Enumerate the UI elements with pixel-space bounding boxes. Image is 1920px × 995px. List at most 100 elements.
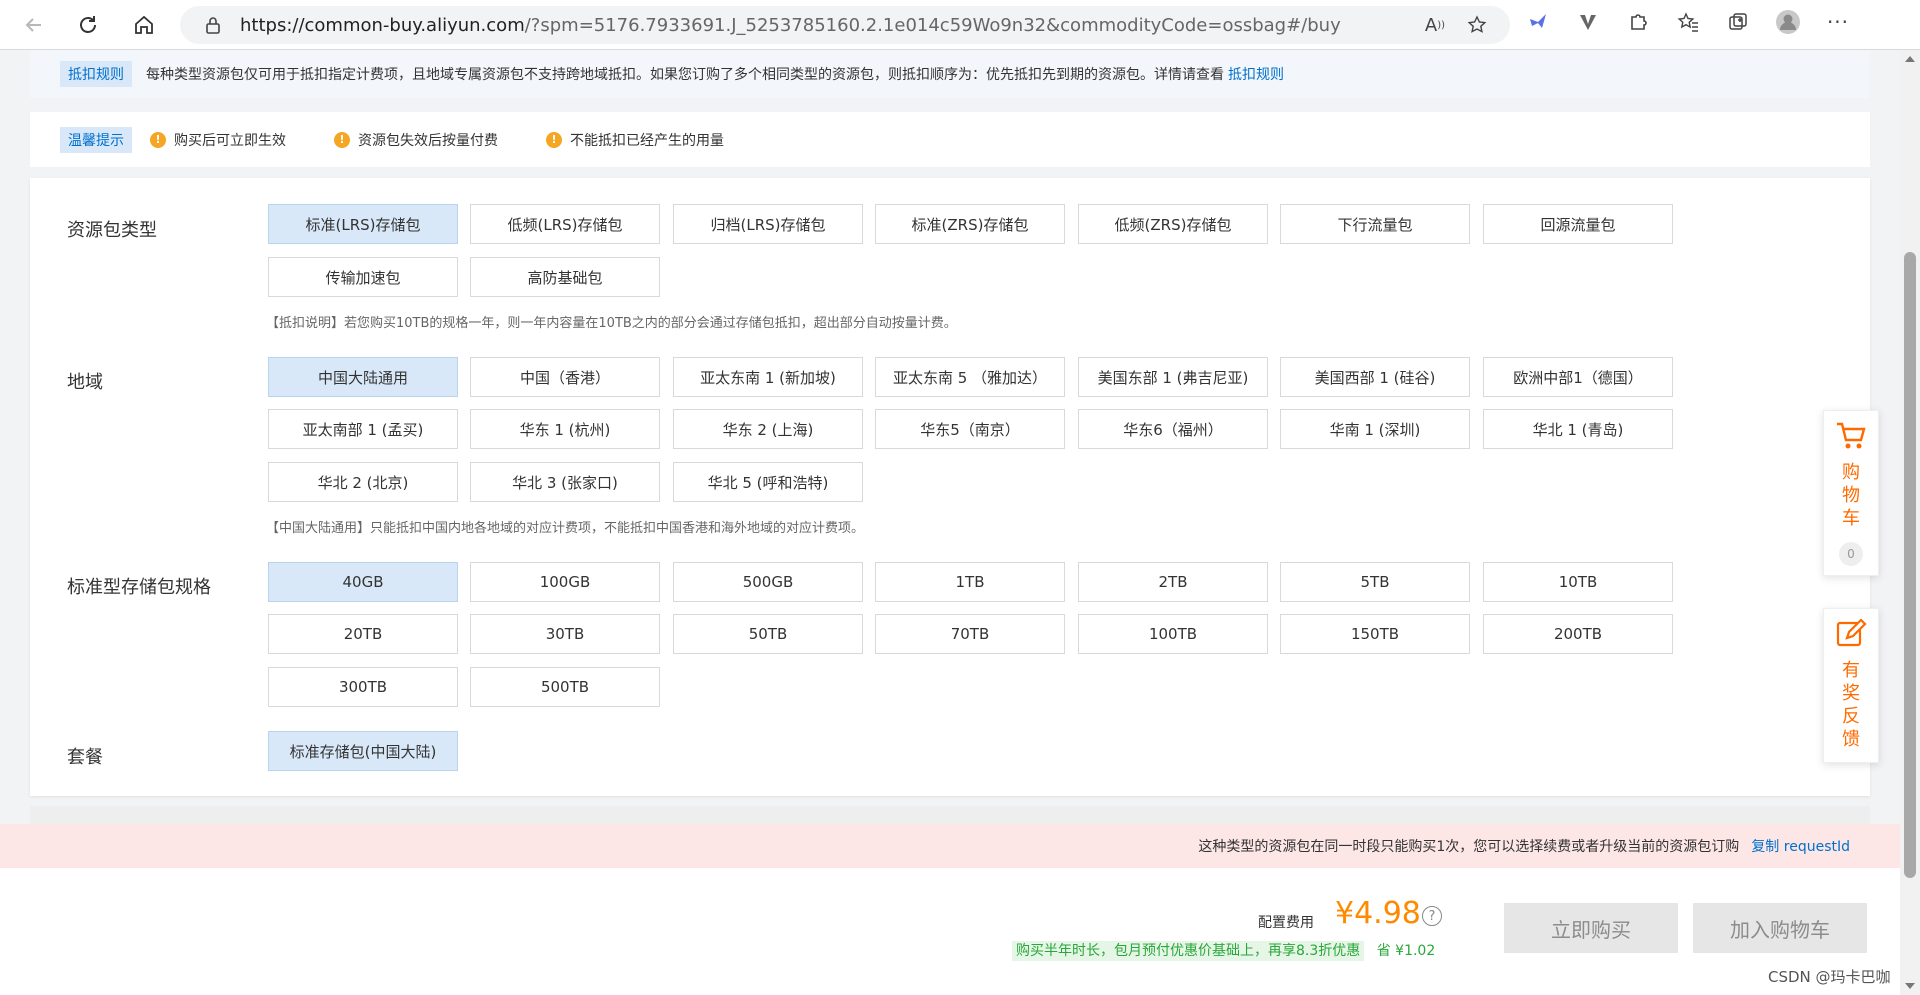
option-spec[interactable]: 100TB [1078,614,1268,654]
option-spec[interactable]: 500GB [673,562,863,602]
option-region[interactable]: 华东5（南京） [875,409,1065,449]
scroll-thumb[interactable] [1904,252,1916,878]
rules-text: 每种类型资源包仅可用于抵扣指定计费项，且地域专属资源包不支持跨地域抵扣。如果您订… [146,67,1224,83]
buy-now-button[interactable]: 立即购买 [1504,903,1678,953]
option-region[interactable]: 华北 5 (呼和浩特) [673,462,863,502]
option-spec[interactable]: 30TB [470,614,660,654]
option-spec[interactable]: 1TB [875,562,1065,602]
option-package-type[interactable]: 归档(LRS)存储包 [673,204,863,244]
option-region[interactable]: 美国东部 1 (弗吉尼亚) [1078,357,1268,397]
browser-toolbar: https://common-buy.aliyun.com/?spm=5176.… [0,0,1920,50]
option-package-type[interactable]: 标准(LRS)存储包 [268,204,458,244]
refresh-icon [80,16,96,33]
option-package-type[interactable]: 低频(LRS)存储包 [470,204,660,244]
extension-bird-icon[interactable] [1525,9,1551,35]
option-region[interactable]: 华东 2 (上海) [673,409,863,449]
collections-icon[interactable] [1725,9,1751,35]
promo-discount: 购买半年时长，包月预付优惠价基础上，再享8.3折优惠 [1012,941,1365,961]
region-label: 地域 [67,372,103,393]
cart-label: 购物车 [1842,462,1860,529]
order-footer: 配置费用 ¥4.98 ? 购买半年时长，包月预付优惠价基础上，再享8.3折优惠 … [0,868,1900,995]
home-icon [135,15,153,34]
option-region[interactable]: 华北 3 (张家口) [470,462,660,502]
cart-count-badge: 0 [1839,542,1863,566]
price-value: ¥4.98 [1335,896,1421,931]
read-aloud-icon[interactable]: A)) [1422,12,1448,38]
banner-text: 这种类型的资源包在同一时段只能购买1次，您可以选择续费或者升级当前的资源包订购 [1198,839,1740,855]
option-spec[interactable]: 100GB [470,562,660,602]
url-path: /?spm=5176.7933691.J_5253785160.2.1e014c… [524,14,1341,36]
option-package-type[interactable]: 回源流量包 [1483,204,1673,244]
option-region[interactable]: 亚太南部 1 (孟买) [268,409,458,449]
rules-link[interactable]: 抵扣规则 [1228,64,1284,84]
lock-icon[interactable] [200,12,226,38]
option-region[interactable]: 华北 1 (青岛) [1483,409,1673,449]
watermark: CSDN @玛卡巴咖 [1768,968,1891,986]
option-package-type[interactable]: 传输加速包 [268,257,458,297]
scroll-up-icon[interactable] [1905,56,1915,62]
tip-text: 资源包失效后按量付费 [358,132,498,149]
option-region[interactable]: 华东 1 (杭州) [470,409,660,449]
feedback-float[interactable]: 有奖反馈 [1823,608,1879,763]
option-spec[interactable]: 5TB [1280,562,1470,602]
option-spec[interactable]: 200TB [1483,614,1673,654]
tip-item: ! 资源包失效后按量付费 [334,130,498,150]
region-note: 【中国大陆通用】只能抵扣中国内地各地域的对应计费项，不能抵扣中国香港和海外地域的… [266,521,865,536]
extensions-puzzle-icon[interactable] [1625,9,1651,35]
option-package-type[interactable]: 低频(ZRS)存储包 [1078,204,1268,244]
option-package-type[interactable]: 下行流量包 [1280,204,1470,244]
feedback-label: 有奖反馈 [1842,660,1860,750]
option-spec[interactable]: 20TB [268,614,458,654]
package-type-label: 资源包类型 [67,220,157,241]
option-region[interactable]: 华北 2 (北京) [268,462,458,502]
home-button[interactable] [128,9,160,41]
option-spec[interactable]: 300TB [268,667,458,707]
option-spec[interactable]: 150TB [1280,614,1470,654]
option-spec[interactable]: 500TB [470,667,660,707]
address-bar[interactable]: https://common-buy.aliyun.com/?spm=5176.… [180,6,1510,44]
deduction-note: 【抵扣说明】若您购买10TB的规格一年，则一年内容量在10TB之内的部分会通过存… [266,316,957,331]
spec-label: 标准型存储包规格 [67,577,211,598]
back-arrow-icon [25,18,41,32]
help-icon[interactable]: ? [1422,906,1442,926]
add-to-cart-button[interactable]: 加入购物车 [1693,903,1867,953]
tip-item: ! 购买后可立即生效 [150,130,286,150]
promo-save: 省 ¥1.02 [1376,943,1436,959]
scroll-down-icon[interactable] [1905,983,1915,989]
tip-item: ! 不能抵扣已经产生的用量 [546,130,724,150]
option-region[interactable]: 欧洲中部1（德国） [1483,357,1673,397]
more-menu-icon[interactable]: ··· [1825,9,1851,35]
cart-float[interactable]: 购物车 0 [1823,410,1879,576]
warning-icon: ! [150,131,166,148]
option-region[interactable]: 华南 1 (深圳) [1280,409,1470,449]
option-region[interactable]: 中国大陆通用 [268,357,458,397]
option-spec[interactable]: 50TB [673,614,863,654]
option-package-type[interactable]: 高防基础包 [470,257,660,297]
option-spec[interactable]: 40GB [268,562,458,602]
favorites-icon[interactable] [1675,9,1701,35]
config-panel: 资源包类型 标准(LRS)存储包 低频(LRS)存储包 归档(LRS)存储包 标… [30,178,1870,796]
option-spec[interactable]: 70TB [875,614,1065,654]
copy-requestid-link[interactable]: 复制 requestId [1751,836,1850,856]
back-button[interactable] [18,9,50,41]
url-host: https://common-buy.aliyun.com [240,14,525,36]
option-region[interactable]: 华东6（福州） [1078,409,1268,449]
option-region[interactable]: 亚太东南 5 （雅加达） [875,357,1065,397]
page-scrollbar[interactable] [1900,50,1920,995]
refresh-button[interactable] [72,9,104,41]
option-spec[interactable]: 2TB [1078,562,1268,602]
cart-icon [1835,421,1867,455]
purchase-limit-banner: 这种类型的资源包在同一时段只能购买1次，您可以选择续费或者升级当前的资源包订购 … [0,824,1900,868]
option-spec[interactable]: 10TB [1483,562,1673,602]
plan-label: 套餐 [67,747,103,768]
price-label: 配置费用 [1258,915,1314,931]
add-favorite-icon[interactable] [1464,12,1490,38]
option-region[interactable]: 中国（香港） [470,357,660,397]
option-region[interactable]: 亚太东南 1 (新加坡) [673,357,863,397]
option-package-type[interactable]: 标准(ZRS)存储包 [875,204,1065,244]
section-divider [30,806,1870,824]
option-region[interactable]: 美国西部 1 (硅谷) [1280,357,1470,397]
profile-avatar-icon[interactable] [1775,9,1801,35]
option-plan[interactable]: 标准存储包(中国大陆) [268,731,458,771]
extension-v-icon[interactable] [1575,9,1601,35]
